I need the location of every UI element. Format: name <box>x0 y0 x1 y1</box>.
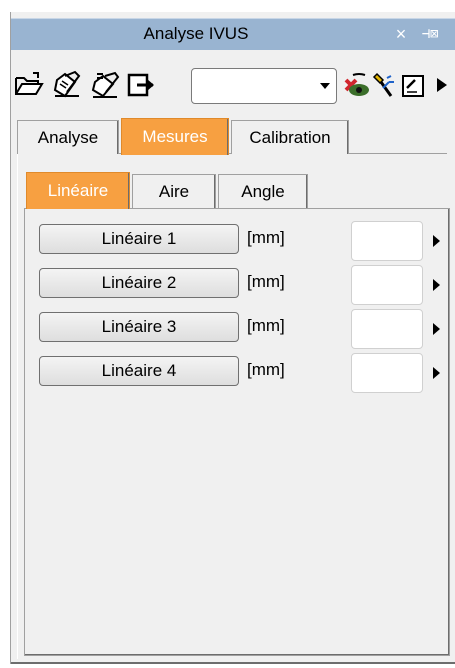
measure-value-field[interactable] <box>351 353 423 393</box>
tab-mesures[interactable]: Mesures <box>121 118 229 155</box>
measure-row: Linéaire 3 [mm] <box>25 309 451 349</box>
selection-dropdown[interactable] <box>191 68 337 104</box>
measure-value-field[interactable] <box>351 309 423 349</box>
tab-aire[interactable]: Aire <box>132 174 216 208</box>
tab-calibration[interactable]: Calibration <box>231 120 349 154</box>
open-folder-icon[interactable] <box>13 70 45 100</box>
tab-lineaire[interactable]: Linéaire <box>26 172 130 209</box>
lineaire-2-button[interactable]: Linéaire 2 <box>39 268 239 298</box>
eye-no-icon[interactable] <box>341 70 371 100</box>
measure-row: Linéaire 4 [mm] <box>25 353 451 393</box>
measure-unit: [mm] <box>247 316 285 335</box>
main-tabs: Analyse Mesures Calibration <box>17 118 447 155</box>
measure-unit: [mm] <box>247 272 285 291</box>
tab-analyse[interactable]: Analyse <box>17 120 119 154</box>
measure-type-tabs: Linéaire Aire Angle <box>26 172 446 209</box>
pin-icon[interactable]: ⊣⊠ <box>417 21 443 47</box>
export-icon[interactable] <box>125 70 157 100</box>
chevron-right-icon[interactable] <box>433 367 440 379</box>
measure-unit: [mm] <box>247 360 285 379</box>
tab-angle[interactable]: Angle <box>218 174 308 208</box>
panel-titlebar[interactable]: Analyse IVUS × ⊣⊠ <box>11 18 455 50</box>
panel-title: Analyse IVUS <box>143 24 249 43</box>
linear-measures-panel: Linéaire 1 [mm] Linéaire 2 [mm] Linéaire… <box>24 208 450 656</box>
lineaire-4-button[interactable]: Linéaire 4 <box>39 356 239 386</box>
mesures-tab-content: Linéaire Aire Angle Linéaire 1 [mm] Liné… <box>17 154 451 659</box>
chevron-right-icon[interactable] <box>433 235 440 247</box>
measure-value-field[interactable] <box>351 221 423 261</box>
chevron-right-icon[interactable] <box>433 323 440 335</box>
chevron-right-icon[interactable] <box>431 70 453 100</box>
chevron-down-icon <box>320 83 330 89</box>
measure-unit: [mm] <box>247 228 285 247</box>
lineaire-1-button[interactable]: Linéaire 1 <box>39 224 239 254</box>
measure-value-field[interactable] <box>351 265 423 305</box>
measure-row: Linéaire 1 [mm] <box>25 221 451 261</box>
checkbox-edit-icon[interactable] <box>399 70 427 100</box>
lineaire-3-button[interactable]: Linéaire 3 <box>39 312 239 342</box>
chevron-right-icon[interactable] <box>433 279 440 291</box>
edit-document-icon[interactable] <box>51 70 83 100</box>
analyse-ivus-panel: Analyse IVUS × ⊣⊠ Analyse Mesures Calibr… <box>10 12 455 664</box>
magic-wand-icon[interactable] <box>371 70 397 100</box>
edit-document-copy-icon[interactable] <box>89 70 121 100</box>
panel-bottom-border <box>11 662 455 664</box>
measure-row: Linéaire 2 [mm] <box>25 265 451 305</box>
toolbar <box>11 64 455 108</box>
close-icon[interactable]: × <box>388 21 414 47</box>
